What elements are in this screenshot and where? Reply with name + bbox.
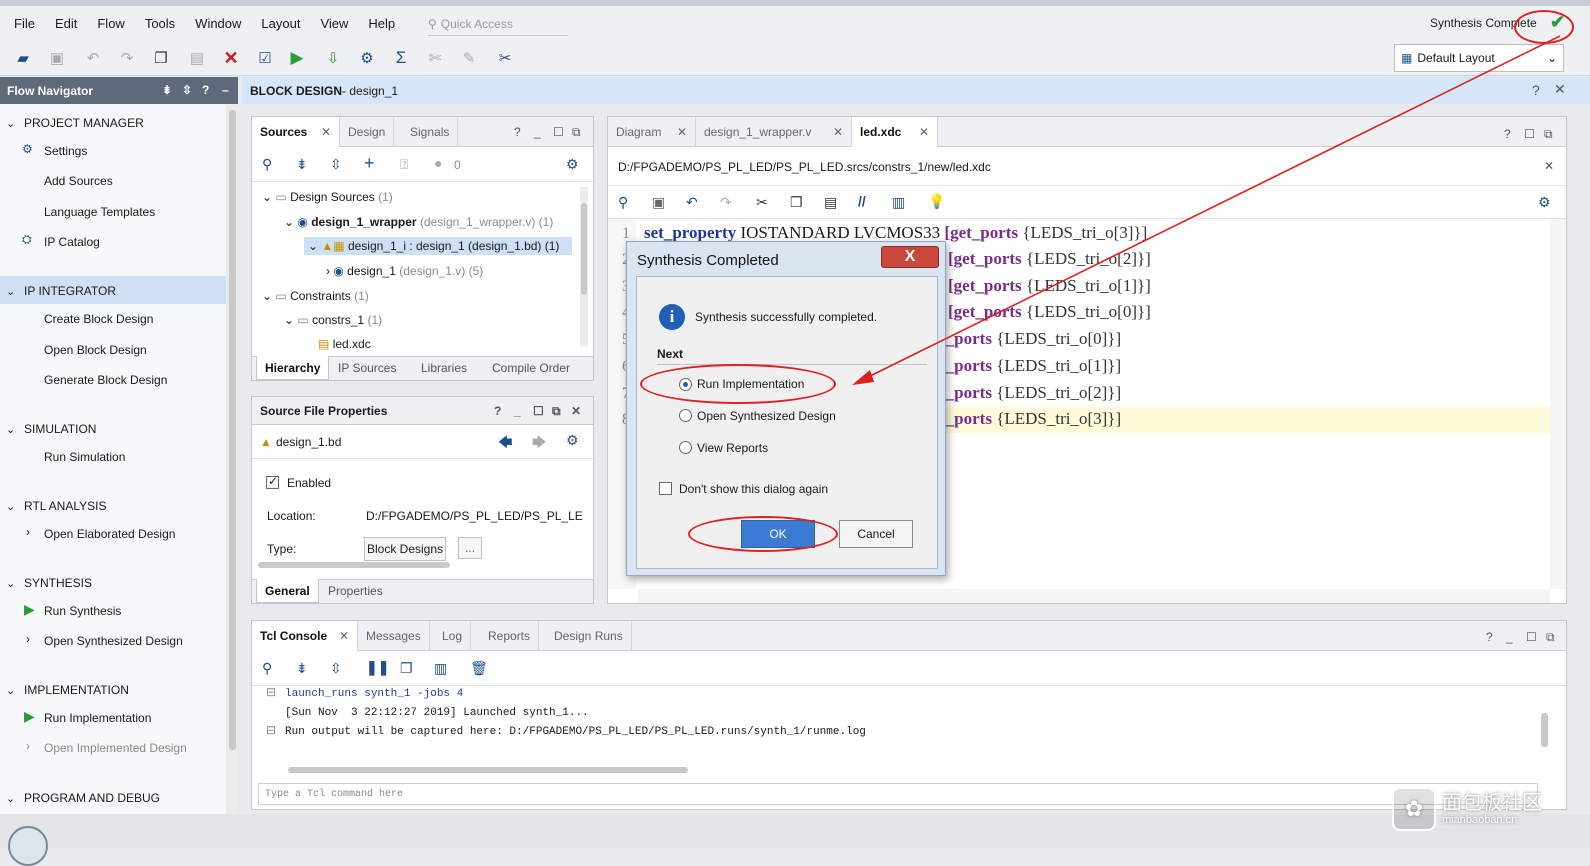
watermark-title: 面包板社区 xyxy=(1442,791,1542,814)
watermark-logo: ✿ 面包板社区 mianbaoban.cn xyxy=(1392,784,1590,834)
watermark-icon: ✿ xyxy=(1392,787,1436,831)
watermark-subtitle: mianbaoban.cn xyxy=(1442,813,1518,826)
annotation-arrow xyxy=(852,35,1561,385)
watermark-text: 面包板社区 mianbaoban.cn xyxy=(1442,792,1542,826)
